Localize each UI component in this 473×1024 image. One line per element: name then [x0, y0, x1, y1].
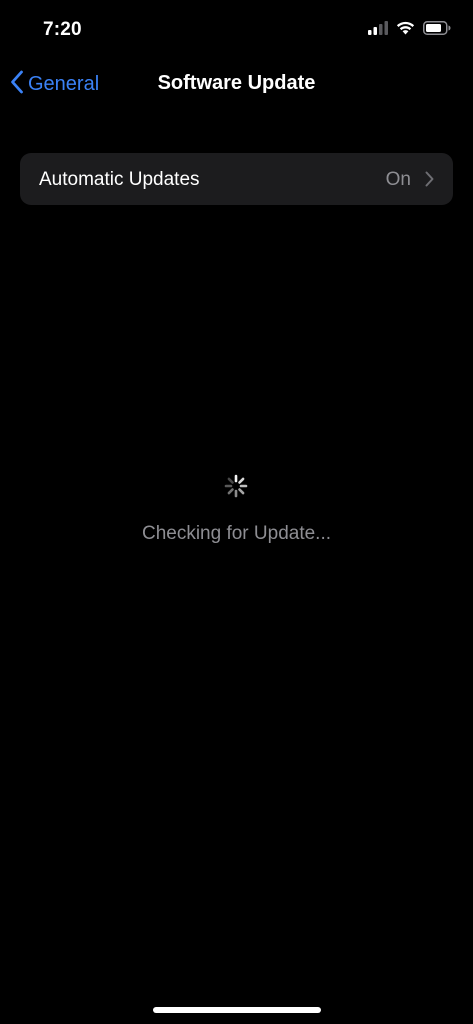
cellular-signal-icon: [368, 21, 388, 40]
settings-group: Automatic Updates On: [20, 153, 453, 205]
battery-icon: [423, 21, 451, 40]
page-title: Software Update: [157, 72, 316, 94]
automatic-updates-label: Automatic Updates: [39, 169, 200, 190]
checking-for-update-text: Checking for Update...: [141, 523, 332, 544]
chevron-right-icon: [425, 171, 434, 192]
status-time: 7:20: [43, 19, 82, 40]
home-indicator[interactable]: [153, 1007, 321, 1013]
wifi-icon: [396, 21, 415, 40]
automatic-updates-value: On: [385, 169, 411, 190]
status-icons: [368, 21, 451, 40]
automatic-updates-row[interactable]: Automatic Updates On: [20, 153, 453, 205]
loading-spinner-icon: [224, 474, 248, 498]
navigation-bar: General Software Update: [0, 60, 473, 110]
status-bar: 7:20: [0, 0, 473, 60]
